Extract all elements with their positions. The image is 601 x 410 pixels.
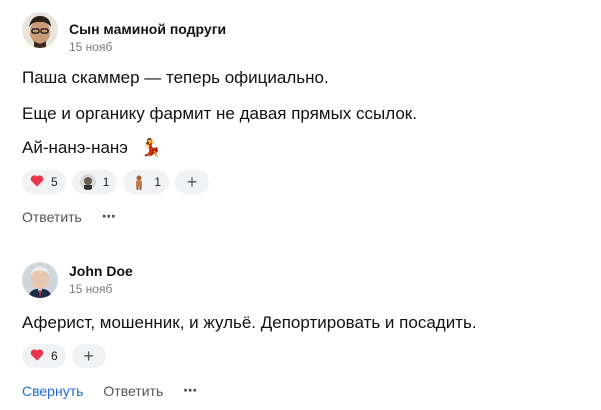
- reaction-heart[interactable]: 6: [22, 344, 66, 368]
- comment-date: 15 нояб: [69, 282, 113, 296]
- reactions-bar: 6 +: [22, 344, 106, 368]
- comment-date: 15 нояб: [69, 40, 113, 54]
- comment-text-line: Аферист, мошенник, и жульё. Депортироват…: [22, 313, 477, 332]
- collapse-button[interactable]: Свернуть: [22, 383, 83, 399]
- comment-text-line: Ай-нанэ-нанэ: [22, 138, 128, 157]
- reaction-count: 1: [154, 175, 162, 189]
- add-reaction-button[interactable]: +: [175, 170, 210, 194]
- add-reaction-button[interactable]: +: [71, 344, 106, 368]
- comment-actions: Свернуть Ответить ⋯: [22, 382, 198, 399]
- avatar-reaction-icon: [131, 174, 148, 190]
- reply-button[interactable]: Ответить: [103, 383, 163, 399]
- reaction-count: 6: [51, 349, 58, 363]
- comment-actions: Ответить ⋯: [22, 208, 117, 225]
- avatar-reaction-icon: [79, 174, 96, 190]
- reaction-avatar[interactable]: 1: [71, 170, 118, 194]
- reaction-count: 5: [51, 175, 58, 189]
- reaction-heart[interactable]: 5: [22, 170, 66, 194]
- more-options-icon[interactable]: ⋯: [183, 382, 198, 399]
- reply-button[interactable]: Ответить: [22, 209, 82, 225]
- author-name[interactable]: Сын маминой подруги: [69, 21, 226, 37]
- reactions-bar: 5 1 1 +: [22, 170, 210, 194]
- avatar[interactable]: [22, 12, 58, 48]
- heart-icon: [30, 174, 44, 190]
- reaction-count: 1: [102, 175, 110, 189]
- author-name[interactable]: John Doe: [69, 263, 133, 279]
- comment-text-line-container: Ай-нанэ-нанэ 💃: [22, 138, 162, 158]
- heart-icon: [30, 348, 44, 364]
- comment-text-line: Паша скаммер — теперь официально.: [22, 68, 329, 87]
- more-options-icon[interactable]: ⋯: [102, 208, 117, 225]
- reaction-avatar[interactable]: 1: [123, 170, 170, 194]
- avatar[interactable]: [22, 262, 58, 298]
- comment-text-line: Еще и органику фармит не давая прямых сс…: [22, 104, 417, 123]
- dancer-emoji: 💃: [140, 138, 162, 157]
